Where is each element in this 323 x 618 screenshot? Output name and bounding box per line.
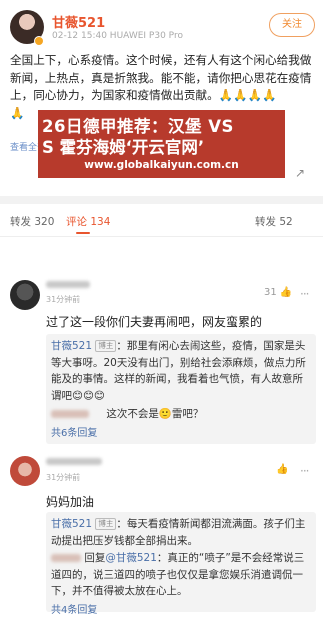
tab-share[interactable]: 转发 52 xyxy=(255,214,293,229)
sub-reply-mention[interactable]: @甘薇521 xyxy=(105,552,157,564)
sub-reply-prefix: 回复 xyxy=(84,552,106,564)
tab-comment-count: 134 xyxy=(90,216,111,228)
author-tag: 博主 xyxy=(95,340,117,352)
sub-reply-author[interactable] xyxy=(51,554,81,562)
commenter-name[interactable] xyxy=(46,281,90,291)
reply-box[interactable]: 甘薇521 博主 ：那里有闲心去闹这些，疫情，国家是头等大事呀。20天没有出门，别… xyxy=(46,334,316,444)
comment-like-count: 31 xyxy=(264,287,277,298)
tabs-separator xyxy=(0,236,323,237)
comment-time: 31分钟前 xyxy=(46,473,81,482)
active-tab-indicator xyxy=(76,232,90,234)
share-icon[interactable]: ↗ xyxy=(295,166,305,180)
post-content-tail: 🙏 xyxy=(10,105,25,120)
total-replies-link[interactable]: 共6条回复 xyxy=(51,424,311,439)
section-divider xyxy=(0,196,323,204)
comment-like[interactable]: 31 👍 xyxy=(264,287,292,298)
weibo-post: 甘薇521 02-12 15:40 HUAWEI P30 Pro 关注 全国上下… xyxy=(0,0,323,196)
tab-repost[interactable]: 转发 320 xyxy=(10,214,54,229)
comment-text: 妈妈加油 xyxy=(46,495,95,509)
sub-reply-text: 这次不会是🙂雷吧？ xyxy=(106,408,204,420)
reply-author-name[interactable]: 甘薇521 xyxy=(51,340,92,352)
author-tag: 博主 xyxy=(95,518,117,530)
reply-box[interactable]: 甘薇521 博主 ：每天看疫情新闻都泪流满面。孩子们主动提出把压岁钱都全部捐出来。… xyxy=(46,512,316,616)
comment-time: 31分钟前 xyxy=(46,295,81,304)
follow-button[interactable]: 关注 xyxy=(269,13,315,37)
post-content-text: 全国上下，心系疫情。这个时候，还有人有这个闲心给我做新闻，上热点，真是折煞我。能… xyxy=(10,53,312,102)
verified-badge-icon xyxy=(34,36,44,46)
tab-comment[interactable]: 评论 134 xyxy=(66,214,110,229)
author-name[interactable]: 甘薇521 xyxy=(52,12,105,31)
interaction-tabs: 转发 320 评论 134 转发 52 xyxy=(0,208,323,234)
tab-share-count: 52 xyxy=(279,216,293,228)
post-meta: 02-12 15:40 HUAWEI P30 Pro xyxy=(52,31,183,41)
sub-reply: 这次不会是🙂雷吧？ xyxy=(51,406,311,423)
ad-headline-2: S 霍芬海姆‘开云官网’ xyxy=(42,138,205,157)
tab-repost-label: 转发 xyxy=(10,216,31,228)
author-reply: 甘薇521 博主 ：每天看疫情新闻都泪流满面。孩子们主动提出把压岁钱都全部捐出来。 xyxy=(51,516,311,549)
comment-text: 过了这一段你们夫妻再闹吧，网友蛮累的 xyxy=(46,315,263,329)
tab-share-label: 转发 xyxy=(255,216,276,228)
thumb-up-icon: 👍 xyxy=(279,287,293,298)
commenter-avatar[interactable] xyxy=(10,280,40,310)
commenter-name[interactable] xyxy=(46,458,102,468)
ad-overlay: 26日德甲推荐：汉堡 VS S 霍芬海姆‘开云官网’ www.globalkai… xyxy=(38,110,285,178)
ad-url: www.globalkaiyun.com.cn xyxy=(84,159,239,171)
author-reply: 甘薇521 博主 ：那里有闲心去闹这些，疫情，国家是头等大事呀。20天没有出门，别… xyxy=(51,338,311,404)
sub-reply-author[interactable] xyxy=(51,410,89,418)
tab-comment-label: 评论 xyxy=(66,216,87,228)
total-replies-link[interactable]: 共4条回复 xyxy=(51,601,311,616)
more-dots-icon[interactable]: ··· xyxy=(300,464,310,478)
reply-author-name[interactable]: 甘薇521 xyxy=(51,518,92,530)
thumb-up-icon: 👍 xyxy=(276,464,289,475)
tab-repost-count: 320 xyxy=(34,216,55,228)
comment-like[interactable]: 👍 xyxy=(276,464,288,475)
commenter-avatar[interactable] xyxy=(10,456,40,486)
more-dots-icon[interactable]: ··· xyxy=(300,287,310,301)
sub-reply: 回复@甘薇521：真正的“喷子”是不会经常说三道四的，说三道四的喷子也仅仅是拿您… xyxy=(51,550,311,600)
